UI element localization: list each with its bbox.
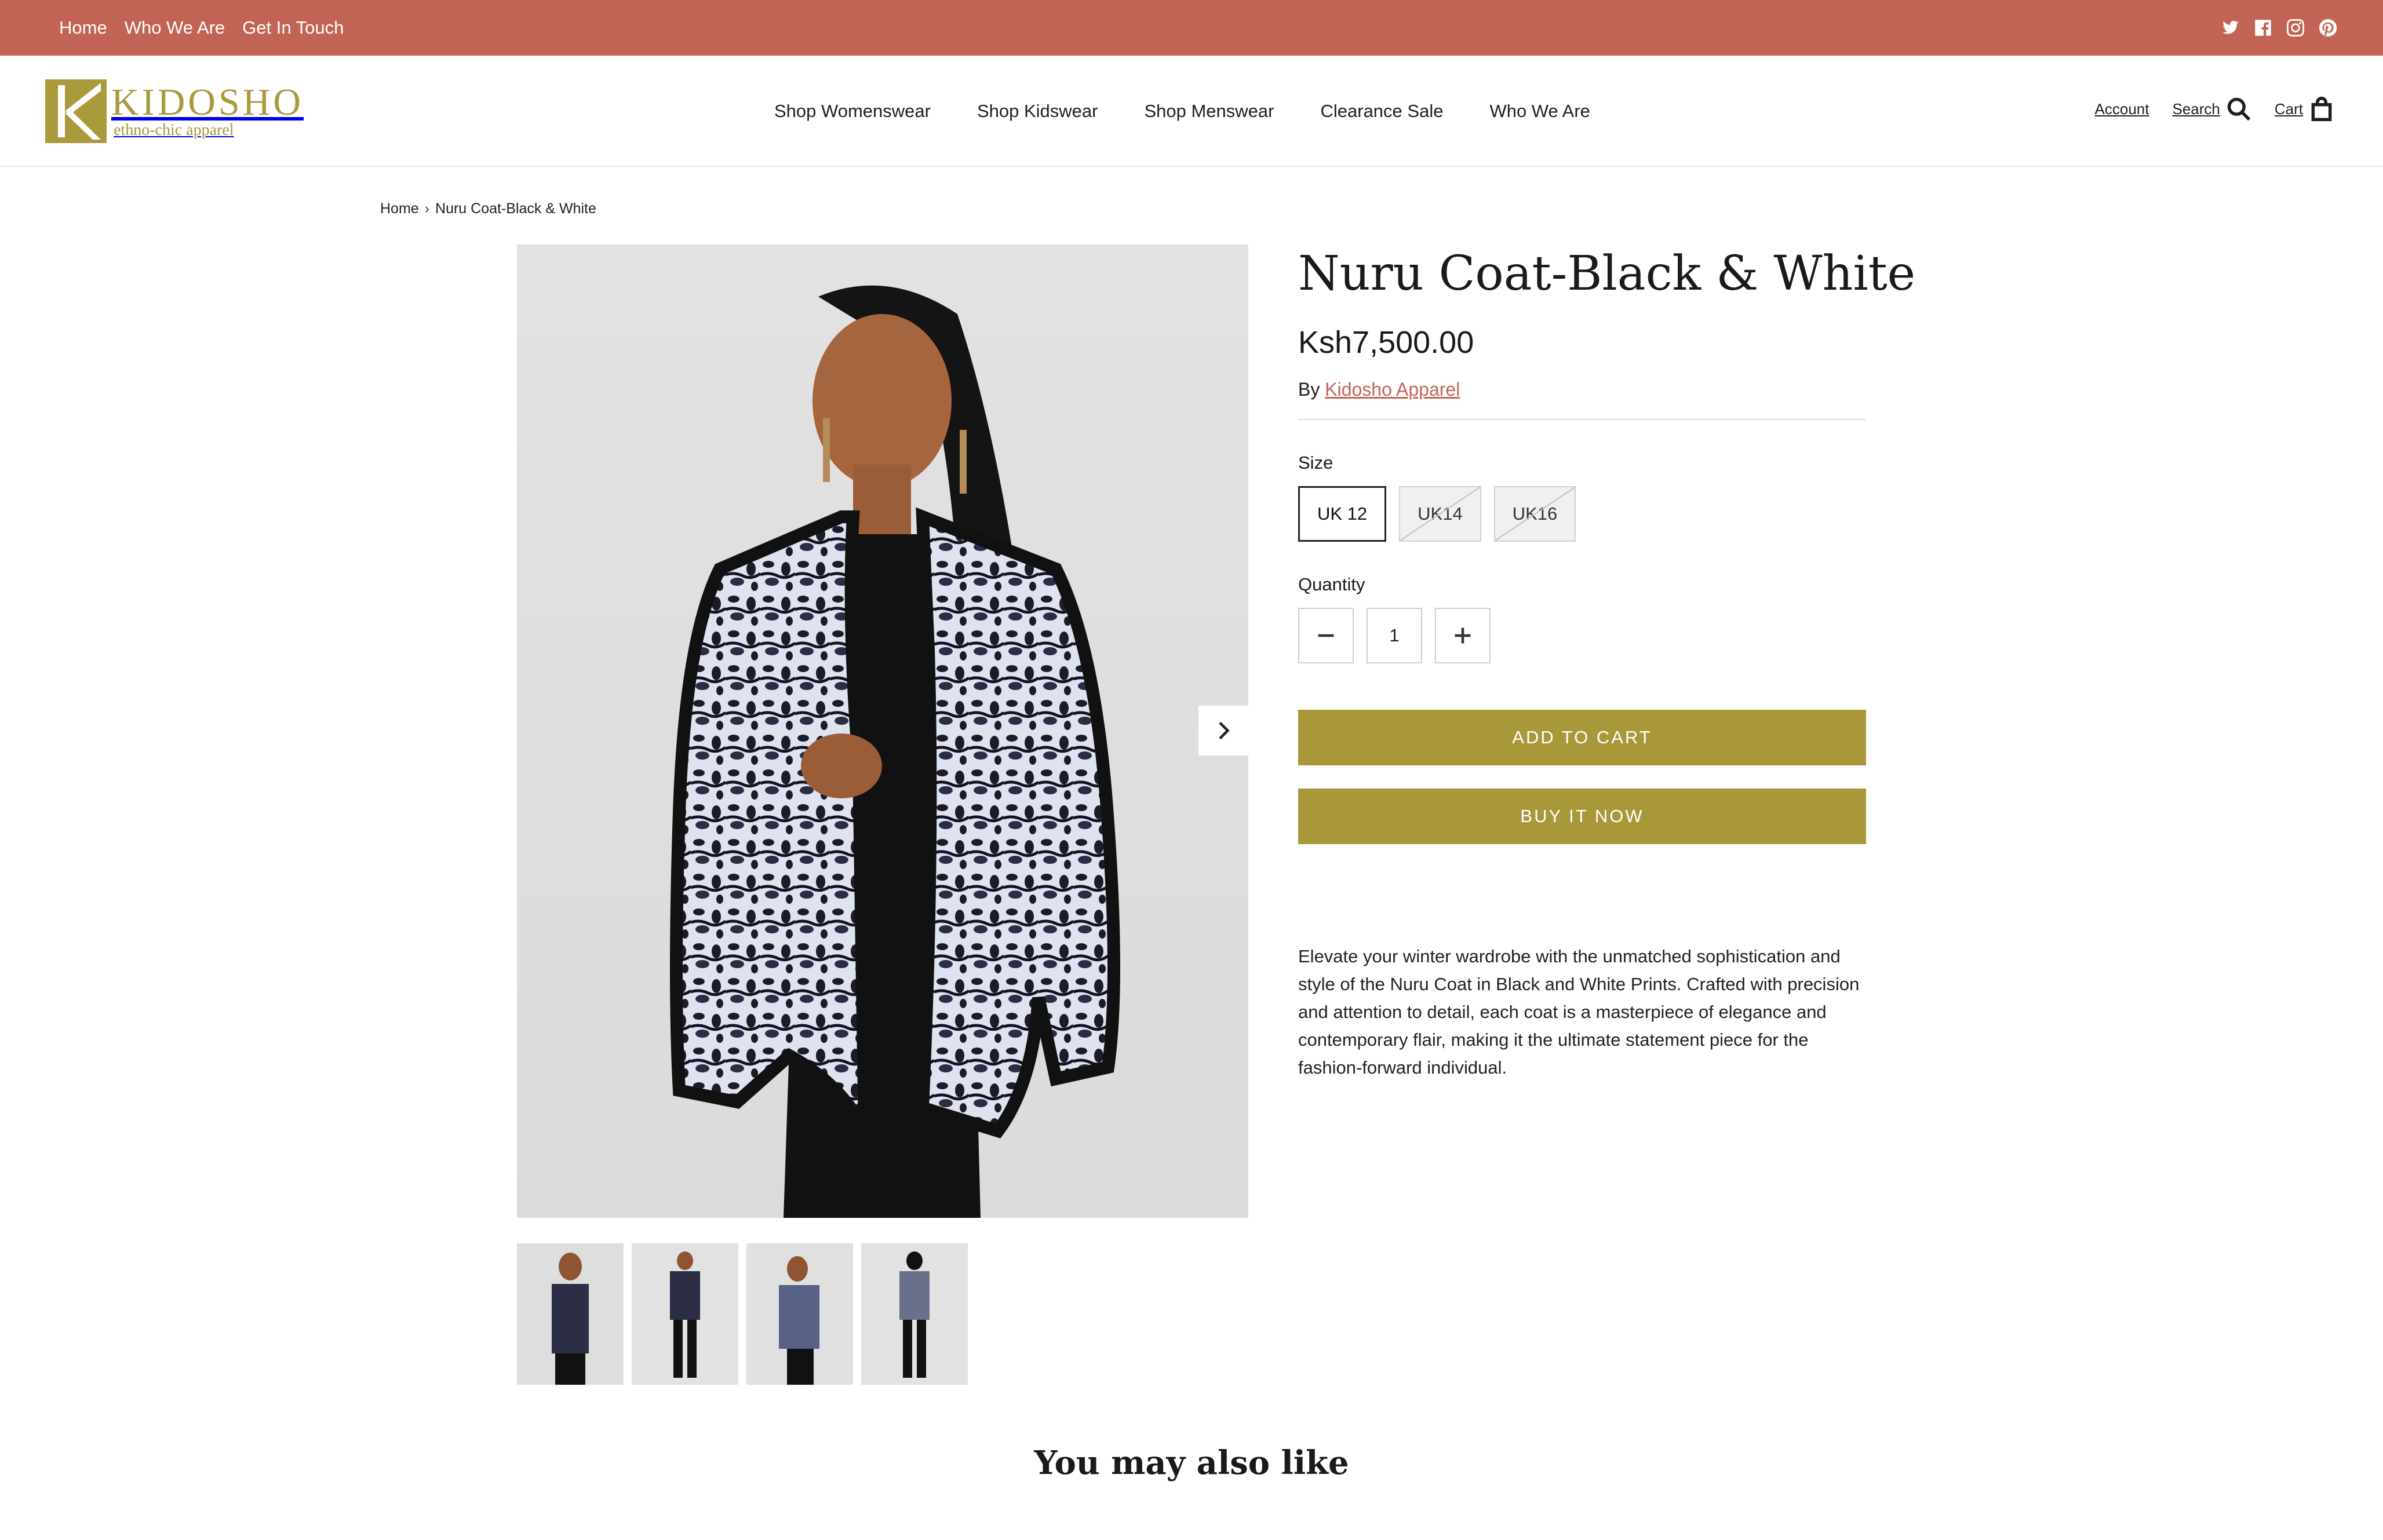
site-header: KIDOSHO ethno-chic apparel Shop Womenswe…: [0, 56, 2383, 167]
chevron-right-icon: ›: [424, 200, 430, 217]
instagram-icon[interactable]: [2287, 19, 2304, 37]
unavailable-strike-icon: [1495, 487, 1575, 541]
account-label: Account: [2094, 100, 2149, 118]
main-nav: Shop Womenswear Shop Kidswear Shop Mensw…: [774, 101, 1590, 122]
nav-who-we-are[interactable]: Who We Are: [1489, 101, 1590, 122]
shopping-bag-icon: [2311, 96, 2332, 122]
logo-text: KIDOSHO ethno-chic apparel: [111, 83, 304, 139]
thumbnail-image: [746, 1243, 853, 1385]
thumbnail-image: [861, 1243, 968, 1385]
vendor-link[interactable]: Kidosho Apparel: [1325, 379, 1460, 400]
product-main-image[interactable]: [517, 244, 1248, 1218]
quantity-input[interactable]: [1367, 608, 1422, 663]
nav-shop-menswear[interactable]: Shop Menswear: [1144, 101, 1274, 122]
thumbnail-1[interactable]: [517, 1243, 624, 1385]
chevron-right-icon: [1219, 721, 1230, 740]
plus-icon: [1455, 627, 1471, 644]
thumbnail-4[interactable]: [861, 1243, 968, 1385]
nav-clearance-sale[interactable]: Clearance Sale: [1320, 101, 1443, 122]
top-nav-who-we-are[interactable]: Who We Are: [125, 17, 225, 38]
top-nav-get-in-touch[interactable]: Get In Touch: [242, 17, 344, 38]
logo-mark-icon: [45, 79, 107, 143]
unavailable-strike-icon: [1400, 487, 1480, 541]
size-options: UK 12 UK14 UK16: [1298, 486, 1866, 542]
breadcrumb: Home › Nuru Coat-Black & White: [380, 200, 596, 217]
cart-label: Cart: [2274, 100, 2303, 118]
product-price: Ksh7,500.00: [1298, 325, 1474, 360]
pinterest-icon[interactable]: [2319, 19, 2337, 37]
quantity-increase-button[interactable]: [1435, 608, 1491, 663]
cart-link[interactable]: Cart: [2275, 96, 2334, 122]
buy-now-button[interactable]: BUY IT NOW: [1298, 789, 1866, 844]
logo-tagline: ethno-chic apparel: [114, 121, 234, 139]
size-option-uk16[interactable]: UK16: [1493, 486, 1576, 542]
top-nav-home[interactable]: Home: [59, 17, 107, 38]
quantity-stepper: [1298, 608, 1866, 663]
thumbnail-3[interactable]: [746, 1243, 853, 1385]
top-nav: Home Who We Are Get In Touch: [59, 17, 344, 38]
minus-icon: [1318, 634, 1334, 637]
model-wearing-coat-image: [670, 285, 1120, 1218]
nav-shop-kidswear[interactable]: Shop Kidswear: [977, 101, 1098, 122]
breadcrumb-current: Nuru Coat-Black & White: [435, 200, 596, 217]
thumbnail-2[interactable]: [632, 1243, 738, 1385]
thumbnail-image: [517, 1243, 624, 1385]
size-option-uk14[interactable]: UK14: [1399, 486, 1481, 542]
nav-shop-womenswear[interactable]: Shop Womenswear: [774, 101, 931, 122]
product-vendor: By Kidosho Apparel: [1298, 379, 1866, 400]
social-links: [2222, 19, 2337, 37]
top-bar: Home Who We Are Get In Touch: [0, 0, 2383, 56]
product-page: Home Who We Are Get In Touch KIDOSHO eth…: [0, 0, 2383, 1540]
header-utilities: Account Search Cart: [2095, 96, 2334, 122]
next-image-button[interactable]: [1198, 706, 1248, 756]
quantity-label: Quantity: [1298, 574, 1365, 594]
size-option-uk12[interactable]: UK 12: [1298, 486, 1387, 542]
size-option-label: UK 12: [1317, 503, 1368, 524]
recommendations-heading: You may also like: [1034, 1444, 1349, 1482]
account-link[interactable]: Account: [2095, 100, 2149, 118]
product-info: Nuru Coat-Black & White Ksh7,500.00 By K…: [1298, 242, 1916, 1082]
search-icon: [2227, 97, 2251, 121]
thumbnail-list: [517, 1243, 968, 1385]
add-to-cart-button[interactable]: ADD TO CART: [1298, 710, 1866, 765]
divider: [1298, 419, 1866, 420]
vendor-by-label: By: [1298, 379, 1320, 400]
facebook-icon[interactable]: [2254, 19, 2272, 37]
thumbnail-image: [632, 1243, 738, 1385]
logo-name: KIDOSHO: [111, 81, 304, 123]
size-label: Size: [1298, 452, 1333, 473]
product-description: Elevate your winter wardrobe with the un…: [1298, 946, 1860, 1078]
twitter-icon[interactable]: [2222, 19, 2239, 37]
search-label: Search: [2172, 100, 2220, 118]
product-title: Nuru Coat-Black & White: [1298, 246, 1916, 301]
search-link[interactable]: Search: [2172, 96, 2251, 122]
quantity-decrease-button[interactable]: [1298, 608, 1354, 663]
site-logo[interactable]: KIDOSHO ethno-chic apparel: [45, 79, 318, 144]
breadcrumb-home[interactable]: Home: [380, 200, 419, 217]
